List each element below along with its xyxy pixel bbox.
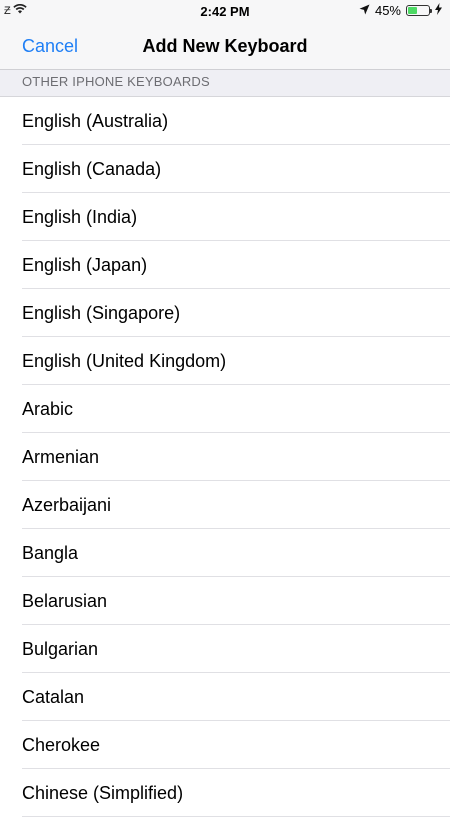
battery-icon xyxy=(406,5,432,16)
keyboard-row[interactable]: English (Singapore) xyxy=(0,289,450,337)
keyboard-row[interactable]: Chinese (Simplified) xyxy=(0,769,450,817)
keyboard-label: Bangla xyxy=(22,543,79,563)
keyboard-label: Chinese (Simplified) xyxy=(22,783,184,803)
keyboard-label: English (Japan) xyxy=(22,255,148,275)
keyboard-label: Cherokee xyxy=(22,735,101,755)
keyboard-row[interactable]: English (Japan) xyxy=(0,241,450,289)
keyboard-label: Azerbaijani xyxy=(22,495,112,515)
keyboard-label: English (Australia) xyxy=(22,111,169,131)
keyboard-row[interactable]: English (Canada) xyxy=(0,145,450,193)
keyboard-row[interactable]: Cherokee xyxy=(0,721,450,769)
keyboard-row[interactable]: Arabic xyxy=(0,385,450,433)
status-bar: Ƶ 2:42 PM 45% xyxy=(0,0,450,24)
keyboard-row[interactable]: Bangla xyxy=(0,529,450,577)
section-header-label: OTHER IPHONE KEYBOARDS xyxy=(22,74,210,89)
keyboard-row[interactable]: Bulgarian xyxy=(0,625,450,673)
section-header: OTHER IPHONE KEYBOARDS xyxy=(0,70,450,97)
navigation-bar: Cancel Add New Keyboard xyxy=(0,24,450,70)
keyboard-label: Arabic xyxy=(22,399,74,419)
keyboard-row[interactable]: Armenian xyxy=(0,433,450,481)
keyboard-list: English (Australia) English (Canada) Engli… xyxy=(0,97,450,817)
battery-tip xyxy=(430,9,432,13)
keyboard-label: Bulgarian xyxy=(22,639,99,659)
keyboard-label: English (United Kingdom) xyxy=(22,351,227,371)
keyboard-label: Catalan xyxy=(22,687,85,707)
keyboard-row[interactable]: English (United Kingdom) xyxy=(0,337,450,385)
keyboard-label: Armenian xyxy=(22,447,100,467)
location-arrow-icon xyxy=(359,3,370,18)
battery-percent: 45% xyxy=(374,3,401,18)
keyboard-row[interactable]: Azerbaijani xyxy=(0,481,450,529)
charging-bolt-icon xyxy=(435,3,442,18)
keyboard-label: Belarusian xyxy=(22,591,108,611)
keyboard-label: English (Singapore) xyxy=(22,303,181,323)
status-right: 45% xyxy=(359,3,442,18)
keyboard-row[interactable]: English (India) xyxy=(0,193,450,241)
keyboard-label: English (India) xyxy=(22,207,138,227)
keyboard-label: English (Canada) xyxy=(22,159,162,179)
battery-level-fill xyxy=(408,7,417,14)
page-title: Add New Keyboard xyxy=(142,36,308,56)
keyboard-row[interactable]: Belarusian xyxy=(0,577,450,625)
keyboard-row[interactable]: Catalan xyxy=(0,673,450,721)
keyboard-row[interactable]: English (Australia) xyxy=(0,97,450,145)
